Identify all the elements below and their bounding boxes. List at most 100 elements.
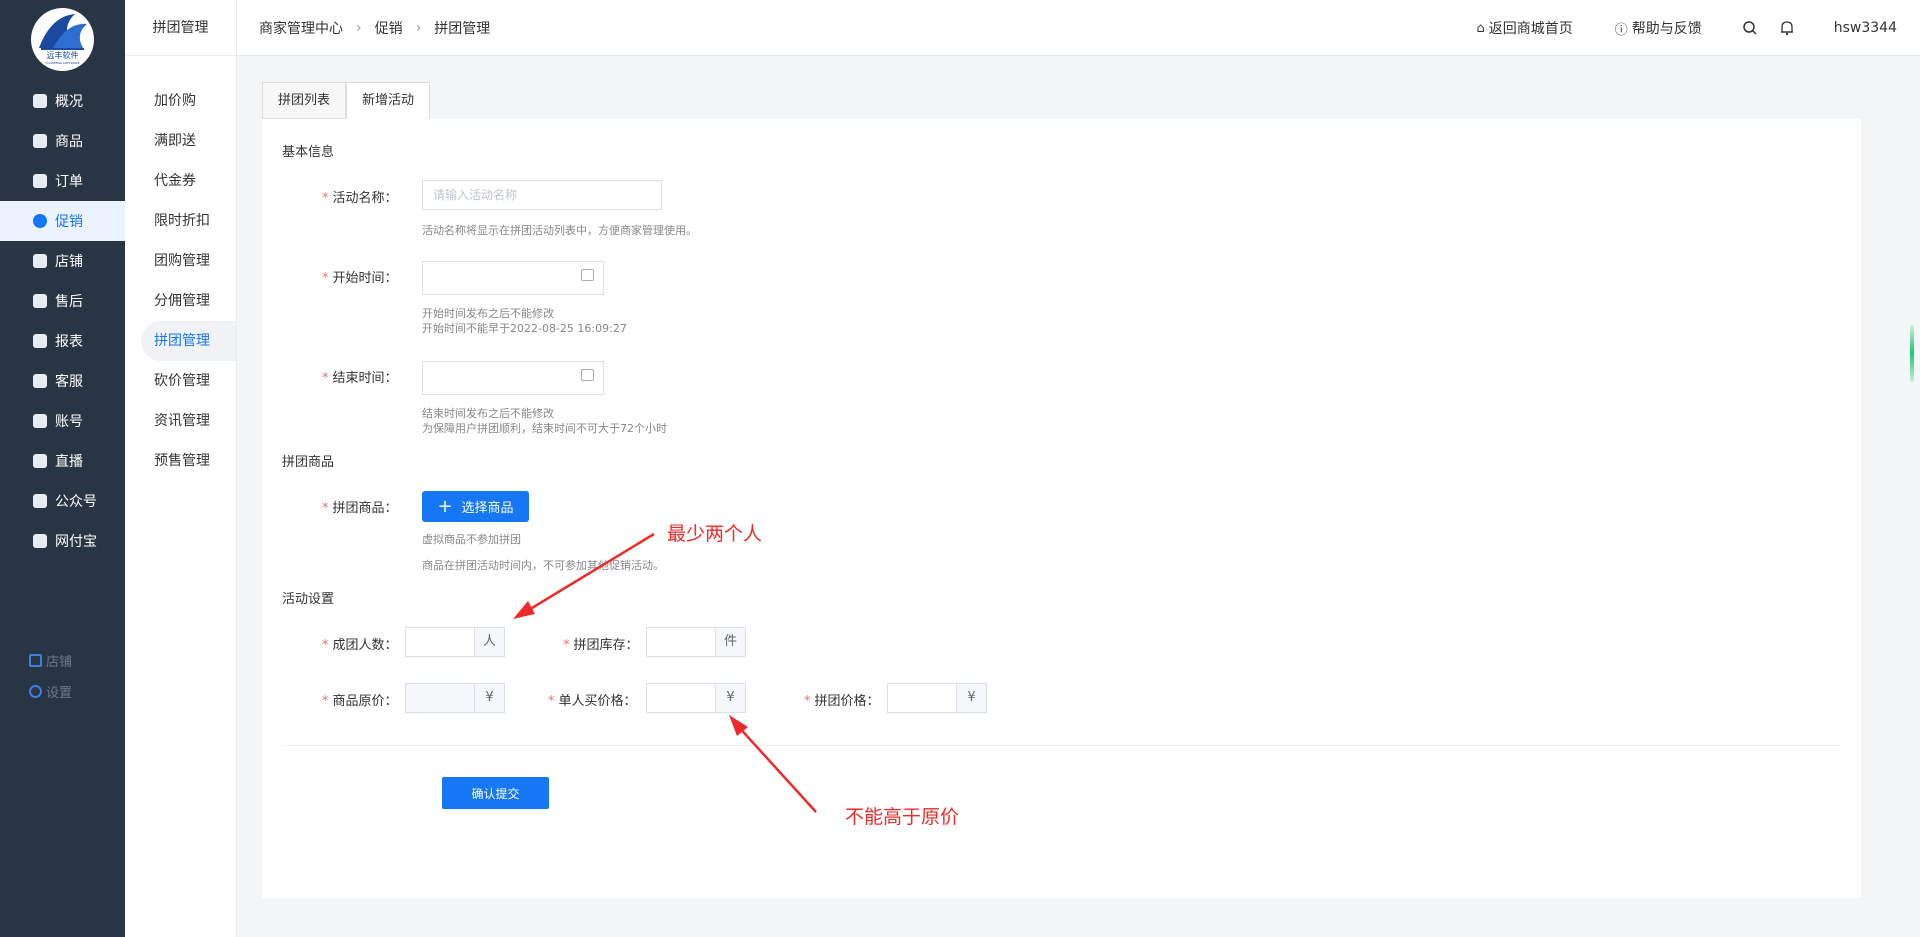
stock-input[interactable] xyxy=(646,627,716,657)
nav-item-label: 报表 xyxy=(55,334,83,350)
end-time-picker[interactable] xyxy=(422,361,604,395)
original-price-unit: ¥ xyxy=(474,683,505,713)
start-time-label: * 开始时间： xyxy=(322,271,398,286)
question-icon: ⓘ xyxy=(1614,22,1628,38)
home-icon: ⌂ xyxy=(1476,20,1485,36)
single-price-input[interactable] xyxy=(646,683,716,713)
sidebar-bottom-label: 设置 xyxy=(46,686,73,701)
report-icon xyxy=(33,334,47,348)
select-goods-button[interactable]: + 选择商品 xyxy=(422,491,529,522)
nav-item-official-account[interactable]: 公众号 xyxy=(0,481,125,521)
bag-icon xyxy=(33,134,47,148)
tab-add-activity[interactable]: 新增活动 xyxy=(346,82,431,119)
nav-item-label: 售后 xyxy=(55,294,83,310)
search-icon xyxy=(1743,21,1757,35)
group-size-input[interactable] xyxy=(405,627,475,657)
nav-item-label: 账号 xyxy=(55,414,83,430)
notification-button[interactable] xyxy=(1780,20,1794,36)
bell-icon xyxy=(1780,21,1793,36)
arrow-head-1 xyxy=(513,601,535,619)
shield-icon xyxy=(33,534,47,548)
tab-pintuan-list[interactable]: 拼团列表 xyxy=(262,82,347,119)
sub-item-pintuan[interactable]: 拼团管理 xyxy=(141,321,236,361)
sub-item-commission[interactable]: 分佣管理 xyxy=(125,281,236,321)
nav-item-wangfubao[interactable]: 网付宝 xyxy=(0,521,125,561)
app-window: 远丰软件 YUANFENG SOFTWARE 概况 商品 订单 促销 店铺 售后… xyxy=(0,0,1920,937)
sub-item-presale[interactable]: 预售管理 xyxy=(125,441,236,481)
breadcrumb-item[interactable]: 商家管理中心 xyxy=(259,18,343,38)
nav-item-promotion[interactable]: 促销 xyxy=(0,201,125,241)
end-time-hint-2: 为保障用户拼团顺利，结束时间不可大于72个小时 xyxy=(422,422,667,435)
end-time-label: * 结束时间： xyxy=(322,371,398,386)
user-menu[interactable]: hsw3344 xyxy=(1834,20,1897,36)
nav-item-after-sale[interactable]: 售后 xyxy=(0,281,125,321)
single-price-label: * 单人买价格： xyxy=(548,694,637,709)
sub-item-group-buy[interactable]: 团购管理 xyxy=(125,241,236,281)
nav-item-account[interactable]: 账号 xyxy=(0,401,125,441)
arrow-head-2 xyxy=(729,715,748,736)
goods-label: * 拼团商品： xyxy=(322,501,398,516)
sub-item-bargain[interactable]: 砍价管理 xyxy=(125,361,236,401)
official-account-icon xyxy=(33,494,47,508)
arrow-line-2 xyxy=(735,723,817,813)
nav-item-customer-service[interactable]: 客服 xyxy=(0,361,125,401)
section-title-goods: 拼团商品 xyxy=(282,455,335,470)
start-time-hint-1: 开始时间发布之后不能修改 xyxy=(422,307,554,320)
group-price-input[interactable] xyxy=(887,683,957,713)
after-sale-icon xyxy=(33,294,47,308)
sidebar-bottom: 店铺 设置 xyxy=(29,645,72,707)
sidebar-bottom-settings[interactable]: 设置 xyxy=(29,676,72,707)
sub-sidebar: 拼团管理 加价购 满即送 代金券 限时折扣 团购管理 分佣管理 拼团管理 砍价管… xyxy=(125,0,237,937)
tab-bar: 拼团列表 新增活动 xyxy=(262,82,1861,119)
arrow-line-1 xyxy=(521,532,655,616)
nav-item-label: 直播 xyxy=(55,454,83,470)
header-actions: ⌂ 返回商城首页 ⓘ 帮助与反馈 hsw3344 xyxy=(1476,0,1897,56)
activity-name-hint: 活动名称将显示在拼团活动列表中，方便商家管理使用。 xyxy=(422,224,697,237)
sub-item-flash-discount[interactable]: 限时折扣 xyxy=(125,201,236,241)
nav-item-live[interactable]: 直播 xyxy=(0,441,125,481)
plus-icon: + xyxy=(437,495,453,517)
nav-item-label: 店铺 xyxy=(55,254,83,270)
store-icon xyxy=(33,254,47,268)
nav-item-orders[interactable]: 订单 xyxy=(0,161,125,201)
nav-item-overview[interactable]: 概况 xyxy=(0,81,125,121)
breadcrumb-item[interactable]: 促销 xyxy=(375,18,403,38)
help-link[interactable]: ⓘ 帮助与反馈 xyxy=(1615,18,1702,38)
form-panel: 基本信息 * 活动名称： 请输入活动名称 活动名称将显示在拼团活动列表中，方便商家… xyxy=(262,119,1861,898)
home-link[interactable]: ⌂ 返回商城首页 xyxy=(1476,18,1572,38)
nav-item-store[interactable]: 店铺 xyxy=(0,241,125,281)
brand-logo[interactable]: 远丰软件 YUANFENG SOFTWARE xyxy=(31,8,94,71)
sub-item-full-gift[interactable]: 满即送 xyxy=(125,121,236,161)
section-title-settings: 活动设置 xyxy=(282,592,335,607)
sub-item-add-price-buy[interactable]: 加价购 xyxy=(125,81,236,121)
grid-icon xyxy=(29,654,42,667)
logo-image-icon: 远丰软件 YUANFENG SOFTWARE xyxy=(31,8,94,71)
calendar-icon xyxy=(581,369,594,381)
sub-item-voucher[interactable]: 代金券 xyxy=(125,161,236,201)
main-nav: 概况 商品 订单 促销 店铺 售后 报表 客服 账号 直播 公众号 网付宝 xyxy=(0,81,125,561)
nav-item-report[interactable]: 报表 xyxy=(0,321,125,361)
stock-label: * 拼团库存： xyxy=(563,638,639,653)
sidebar-bottom-store[interactable]: 店铺 xyxy=(29,645,72,676)
sub-sidebar-title: 拼团管理 xyxy=(125,0,236,56)
group-price-label: * 拼团价格： xyxy=(804,694,880,709)
sidebar-bottom-label: 店铺 xyxy=(46,655,73,670)
sub-item-news[interactable]: 资讯管理 xyxy=(125,401,236,441)
logo-text: 远丰软件 xyxy=(47,50,79,60)
nav-item-label: 网付宝 xyxy=(55,534,97,550)
scroll-indicator[interactable] xyxy=(1910,325,1914,382)
start-time-hint-2: 开始时间不能早于2022-08-25 16:09:27 xyxy=(422,322,627,335)
nav-item-goods[interactable]: 商品 xyxy=(0,121,125,161)
start-time-picker[interactable] xyxy=(422,261,604,295)
breadcrumb-item: 拼团管理 xyxy=(434,21,491,37)
activity-name-input[interactable]: 请输入活动名称 xyxy=(422,180,662,210)
group-size-label: * 成团人数： xyxy=(322,638,398,653)
submit-button[interactable]: 确认提交 xyxy=(442,777,549,809)
form-divider xyxy=(282,745,1840,746)
nav-item-label: 促销 xyxy=(55,214,83,230)
search-button[interactable] xyxy=(1742,20,1758,36)
promotion-icon xyxy=(33,214,47,228)
annotation-min-two: 最少两个人 xyxy=(667,523,763,545)
top-header: 商家管理中心 › 促销 › 拼团管理 ⌂ 返回商城首页 ⓘ 帮助与反馈 hsw334… xyxy=(237,0,1920,56)
chevron-right-icon: › xyxy=(356,20,362,36)
